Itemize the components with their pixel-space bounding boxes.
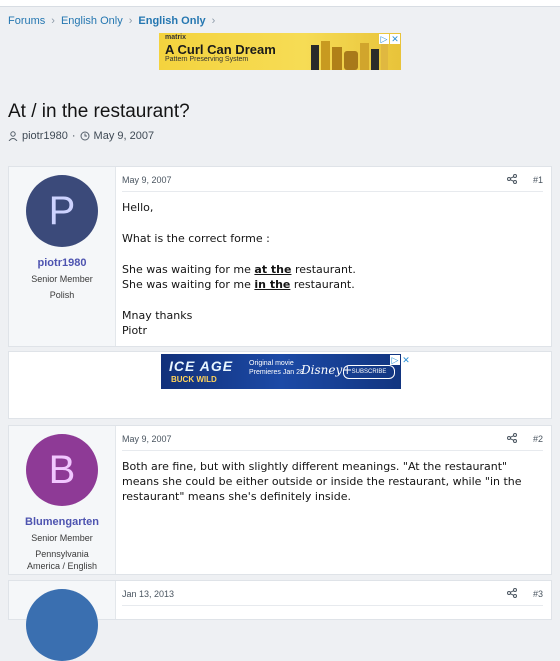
post-content: Both are fine, but with slightly differe… (122, 460, 522, 503)
post-number-link[interactable]: #3 (533, 589, 543, 599)
clock-icon (80, 131, 90, 141)
thread-date-link[interactable]: May 9, 2007 (94, 130, 155, 142)
post-body: May 9, 2007 #1 Hello, What is the correc… (122, 167, 543, 346)
ad-title: ICE AGE (169, 358, 234, 374)
post-1: P piotr1980 Senior Member Polish May 9, … (8, 166, 552, 347)
ad-headline: A Curl Can Dream (165, 42, 276, 57)
breadcrumb: Forums › English Only › English Only › (8, 15, 215, 27)
post-date-link[interactable]: May 9, 2007 (122, 434, 172, 444)
post-line: Piotr (122, 324, 148, 337)
post-body: Jan 13, 2013 #3 (122, 581, 543, 619)
advertisement-banner-mid[interactable]: ICE AGE BUCK WILD Original movie Premier… (161, 354, 401, 389)
meta-separator: · (71, 130, 76, 142)
ad-subtitle: BUCK WILD (171, 375, 217, 384)
advertisement-banner-top[interactable]: matrix A Curl Can Dream Pattern Preservi… (159, 33, 401, 70)
user-location: Pennsylvania America / English (26, 549, 98, 571)
share-icon[interactable] (507, 588, 517, 598)
post-line: Hello, (122, 201, 154, 214)
post-user-panel (9, 581, 116, 661)
product-bottles-image (311, 39, 388, 70)
post-body: May 9, 2007 #2 Both are fine, but with s… (122, 426, 543, 574)
post-header: May 9, 2007 #1 (122, 167, 543, 192)
post-header: May 9, 2007 #2 (122, 426, 543, 451)
breadcrumb-english-only-current[interactable]: English Only (138, 15, 205, 27)
share-icon[interactable] (507, 433, 517, 443)
breadcrumb-forums[interactable]: Forums (8, 15, 45, 27)
post-user-panel: P piotr1980 Senior Member Polish (9, 167, 116, 346)
breadcrumb-english-only[interactable]: English Only (61, 15, 123, 27)
thread-author-link[interactable]: piotr1980 (22, 130, 68, 142)
advertisement-card: ICE AGE BUCK WILD Original movie Premier… (8, 351, 552, 419)
chevron-right-icon: › (128, 15, 133, 27)
post-3: Jan 13, 2013 #3 (8, 580, 552, 661)
post-content: Hello, What is the correct forme : She w… (122, 200, 543, 338)
post-number-link[interactable]: #1 (533, 175, 543, 185)
username-link[interactable]: Blumengarten (9, 516, 115, 528)
close-icon[interactable]: ✕ (401, 355, 411, 365)
avatar[interactable]: P (26, 175, 98, 247)
post-date-link[interactable]: May 9, 2007 (122, 175, 172, 185)
user-role: Senior Member (31, 274, 93, 284)
chevron-right-icon: › (51, 15, 55, 27)
ad-subline: Pattern Preserving System (165, 56, 249, 63)
top-strip (0, 0, 560, 7)
ad-line-1: Original movie (249, 360, 294, 367)
ad-choices-icon[interactable]: ▷ (390, 355, 400, 365)
close-icon[interactable]: ✕ (390, 34, 400, 44)
user-location: Polish (49, 290, 75, 300)
username-link[interactable]: piotr1980 (9, 257, 115, 269)
post-line: She was waiting for me at the restaurant… (122, 263, 356, 276)
chevron-right-icon: › (211, 15, 216, 27)
post-header: Jan 13, 2013 #3 (122, 581, 543, 606)
ad-choices-icon[interactable]: ▷ (379, 34, 389, 44)
share-icon[interactable] (507, 174, 517, 184)
post-date-link[interactable]: Jan 13, 2013 (122, 589, 174, 599)
post-line: Mnay thanks (122, 309, 193, 322)
avatar[interactable]: B (26, 434, 98, 506)
post-line: What is the correct forme : (122, 232, 270, 245)
ad-brand: matrix (165, 34, 187, 41)
user-role: Senior Member (31, 533, 93, 543)
post-2: B Blumengarten Senior Member Pennsylvani… (8, 425, 552, 575)
thread-meta: piotr1980 · May 9, 2007 (8, 130, 154, 142)
thread-title: At / in the restaurant? (8, 101, 190, 122)
post-user-panel: B Blumengarten Senior Member Pennsylvani… (9, 426, 116, 574)
post-number-link[interactable]: #2 (533, 434, 543, 444)
user-icon (8, 131, 18, 141)
ad-line-2: Premieres Jan 28 (249, 369, 304, 376)
ad-subscribe-button[interactable]: SUBSCRIBE (343, 365, 395, 379)
post-line: She was waiting for me in the restaurant… (122, 278, 355, 291)
